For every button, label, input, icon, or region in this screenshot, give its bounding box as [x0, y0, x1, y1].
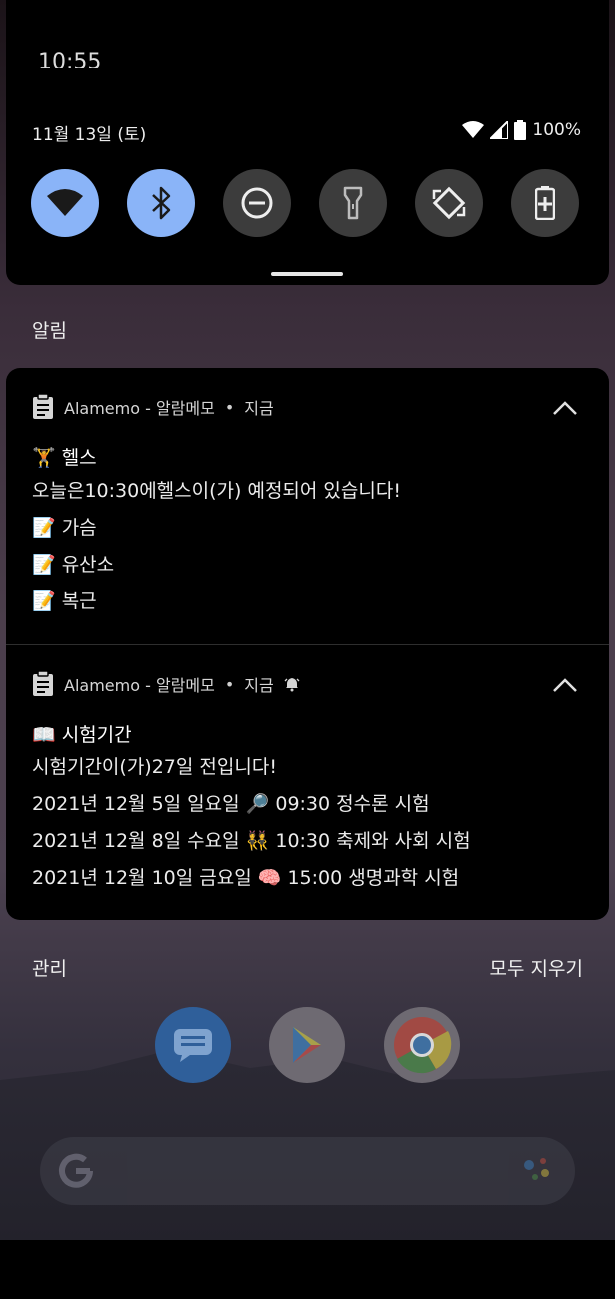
date-label[interactable]: 11월 13일 (토)	[32, 120, 146, 145]
drag-handle[interactable]	[271, 272, 343, 276]
chevron-up-icon	[553, 678, 577, 692]
app-name: Alamemo - 알람메모	[64, 676, 215, 695]
chrome-icon	[394, 1017, 452, 1074]
assistant-icon	[524, 1158, 549, 1180]
wifi-signal-icon	[462, 121, 485, 138]
notifications-header: 알림	[32, 320, 67, 342]
alert-bell-icon	[284, 678, 300, 692]
notification-title: 🏋 헬스	[32, 447, 97, 469]
notification-line: 2021년 12월 10일 금요일 🧠 15:00 생명과학 시험	[32, 867, 460, 889]
collapse-button[interactable]	[551, 671, 579, 699]
notification-time: 지금	[244, 676, 274, 695]
notification-line: 📝 유산소	[32, 554, 115, 576]
chrome-app-icon[interactable]	[384, 1007, 460, 1083]
navigation-bar	[0, 1240, 615, 1299]
message-icon	[174, 1029, 212, 1062]
flashlight-icon	[343, 186, 363, 220]
do-not-disturb-tile[interactable]	[223, 169, 291, 237]
flashlight-tile[interactable]	[319, 169, 387, 237]
google-icon	[59, 1153, 93, 1188]
bluetooth-icon	[152, 186, 171, 220]
quick-settings-panel: 10:55 11월 13일 (토) 100%	[6, 0, 609, 285]
battery-icon	[514, 120, 527, 140]
notification-line: 시험기간이(가)27일 전입니다!	[32, 756, 277, 778]
do-not-disturb-icon	[241, 187, 273, 219]
separator-dot: •	[224, 674, 235, 694]
battery-saver-tile[interactable]	[511, 169, 579, 237]
status-icons: 100%	[462, 120, 581, 140]
notification-header: Alamemo - 알람메모 • 지금	[32, 671, 300, 697]
play-store-icon	[293, 1027, 321, 1063]
auto-rotate-icon	[432, 186, 466, 220]
clear-all-button[interactable]: 모두 지우기	[490, 954, 583, 981]
notification-header: Alamemo - 알람메모 • 지금	[32, 394, 274, 420]
notification-line: 2021년 12월 5일 일요일 🔎 09:30 정수론 시험	[32, 793, 430, 815]
notification-line: 📝 가슴	[32, 517, 97, 539]
notification-line: 📝 복근	[32, 590, 97, 612]
notification-card[interactable]: Alamemo - 알람메모 • 지금 🏋 헬스 오늘은10:30에헬스이(가)…	[6, 368, 609, 644]
bluetooth-tile[interactable]	[127, 169, 195, 237]
notification-title: 📖 시험기간	[32, 724, 132, 746]
app-name: Alamemo - 알람메모	[64, 399, 215, 418]
play-store-app-icon[interactable]	[269, 1007, 345, 1083]
notification-card[interactable]: Alamemo - 알람메모 • 지금 📖 시험기간 시험기간이(가)27일 전…	[6, 645, 609, 920]
wifi-icon	[47, 189, 83, 216]
clock: 10:55	[38, 50, 102, 68]
notepad-icon	[33, 394, 53, 419]
cell-signal-icon	[490, 121, 509, 139]
collapse-button[interactable]	[551, 394, 579, 422]
messages-app-icon[interactable]	[155, 1007, 231, 1083]
battery-percent: 100%	[532, 120, 581, 140]
wifi-tile[interactable]	[31, 169, 99, 237]
notification-group: Alamemo - 알람메모 • 지금 🏋 헬스 오늘은10:30에헬스이(가)…	[6, 368, 609, 920]
notification-line: 2021년 12월 8일 수요일 👯 10:30 축제와 사회 시험	[32, 830, 471, 852]
auto-rotate-tile[interactable]	[415, 169, 483, 237]
battery-saver-icon	[535, 186, 555, 220]
notepad-icon	[33, 671, 53, 696]
notification-time: 지금	[244, 399, 274, 418]
notification-line: 오늘은10:30에헬스이(가) 예정되어 있습니다!	[32, 480, 401, 502]
separator-dot: •	[224, 397, 235, 417]
google-search-bar[interactable]	[40, 1137, 575, 1205]
manage-button[interactable]: 관리	[32, 954, 67, 981]
chevron-up-icon	[553, 401, 577, 415]
quick-settings-tiles	[31, 169, 579, 237]
